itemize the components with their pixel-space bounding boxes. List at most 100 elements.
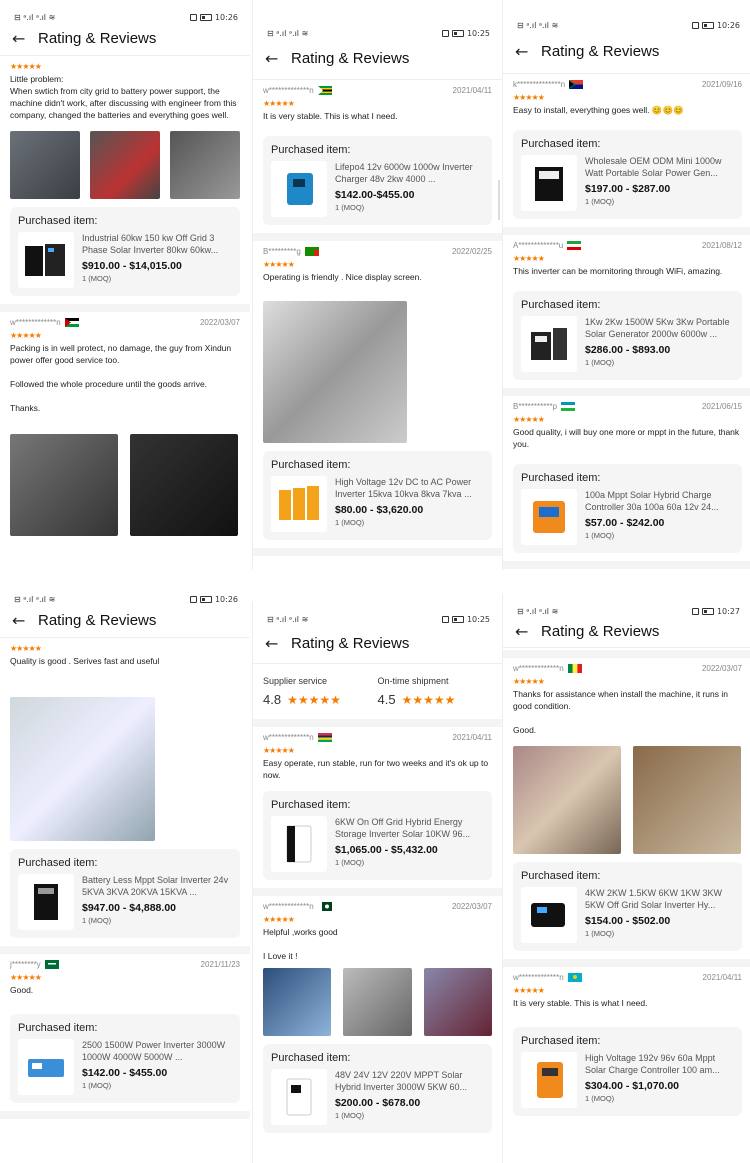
purchased-item-card[interactable]: Purchased item: Lifepo4 12v 6000w 1000w … (263, 136, 492, 225)
back-arrow-icon[interactable]: ← (515, 622, 541, 641)
review-photo[interactable] (130, 434, 238, 536)
product-price: $154.00 - $502.00 (585, 915, 671, 927)
product-price: $910.00 - $14,015.00 (82, 260, 182, 272)
review-photo[interactable] (10, 697, 155, 841)
product-image (18, 232, 74, 288)
purchased-label: Purchased item: (18, 215, 98, 227)
back-arrow-icon[interactable]: ← (12, 29, 38, 48)
screen-panel-1: ⊟ ᵃ.ıl ᵃ.ıl ≋ 10:26 ← Rating & Reviews ★★★… (0, 0, 250, 575)
review-text: Packing is in well protect, no damage, t… (10, 343, 232, 413)
product-image (271, 816, 327, 872)
star-rating: ★★★★★ (287, 692, 341, 707)
review-photo[interactable] (343, 968, 412, 1036)
purchased-item-card[interactable]: Purchased item: Wholesale OEM ODM Mini 1… (513, 130, 742, 219)
battery-icon (451, 30, 464, 37)
review-photo[interactable] (423, 968, 492, 1036)
review-item: A*************u 2021/08/12 ★★★★★ This inv… (503, 235, 750, 396)
review-item: ★★★★★ Quality is good . Serives fast and… (0, 638, 250, 954)
page-title: Rating & Reviews (38, 30, 157, 47)
star-rating: ★★★★★ (10, 644, 42, 653)
purchased-label: Purchased item: (271, 459, 351, 471)
review-photo[interactable] (170, 131, 240, 199)
back-arrow-icon[interactable]: ← (265, 49, 291, 68)
review-text: Good. (10, 985, 34, 995)
rating-summary: Supplier service 4.8 ★★★★★ On-time shipmen… (253, 664, 502, 727)
reviewer-name: w*************n (263, 86, 314, 95)
scrollbar[interactable] (498, 180, 500, 220)
product-name: High Voltage 192v 96v 60a Mppt Solar Cha… (585, 1053, 720, 1075)
status-bar: ⊟ ᵃ.ıl ᵃ.ıl ≋ 10:26 (0, 582, 250, 604)
purchased-item-card[interactable]: Purchased item: Battery Less Mppt Solar … (10, 849, 240, 938)
purchased-item-card[interactable]: Purchased item: 48V 24V 12V 220V MPPT So… (263, 1044, 492, 1133)
status-bar: ⊟ ᵃ.ıl ᵃ.ıl ≋ 10:27 (503, 594, 750, 616)
purchased-item-card[interactable]: Purchased item: 1Kw 2Kw 1500W 5Kw 3Kw Po… (513, 291, 742, 380)
product-image (271, 476, 327, 532)
product-price: $947.00 - $4,888.00 (82, 902, 176, 914)
nfc-icon (189, 596, 197, 603)
product-image (271, 1069, 327, 1125)
page-title: Rating & Reviews (291, 635, 410, 652)
nfc-icon (691, 608, 699, 615)
review-text: Quality is good . Serives fast and usefu… (10, 656, 160, 666)
review-photo[interactable] (10, 131, 80, 199)
review-text: Thanks for assistance when install the m… (513, 689, 728, 735)
back-arrow-icon[interactable]: ← (515, 42, 541, 61)
purchased-item-card[interactable]: Purchased item: Industrial 60kw 150 kw O… (10, 207, 240, 296)
product-moq: 1 (MOQ) (82, 274, 112, 283)
back-arrow-icon[interactable]: ← (12, 611, 38, 630)
star-rating: ★★★★★ (513, 986, 545, 995)
purchased-item-card[interactable]: Purchased item: High Voltage 192v 96v 60… (513, 1027, 742, 1116)
star-rating: ★★★★★ (263, 260, 295, 269)
review-photo[interactable] (10, 434, 118, 536)
product-price: $142.00-$455.00 (335, 189, 415, 201)
product-moq: 1 (MOQ) (335, 518, 365, 527)
purchased-label: Purchased item: (271, 799, 351, 811)
review-photo[interactable] (633, 746, 741, 854)
battery-icon (701, 608, 714, 615)
purchased-item-card[interactable]: Purchased item: 100a Mppt Solar Hybrid C… (513, 464, 742, 553)
country-flag-icon (304, 247, 319, 256)
battery-icon (701, 22, 714, 29)
review-photo[interactable] (90, 131, 160, 199)
purchased-item-card[interactable]: Purchased item: 2500 1500W Power Inverte… (10, 1014, 240, 1103)
purchased-label: Purchased item: (521, 870, 601, 882)
country-flag-icon (567, 241, 582, 250)
star-rating: ★★★★★ (401, 692, 456, 707)
screen-panel-6: ⊟ ᵃ.ıl ᵃ.ıl ≋ 10:27 ← Rating & Reviews w**… (502, 594, 750, 1163)
purchased-item-card[interactable]: Purchased item: 4KW 2KW 1.5KW 6KW 1KW 3K… (513, 862, 742, 951)
battery-icon (199, 14, 212, 21)
clock: 10:26 (214, 13, 238, 22)
review-item: B*********g 2022/02/25 ★★★★★ Operating is… (253, 241, 502, 556)
clock: 10:26 (214, 595, 238, 604)
page-title: Rating & Reviews (38, 612, 157, 629)
product-moq: 1 (MOQ) (82, 916, 112, 925)
purchased-label: Purchased item: (271, 144, 351, 156)
review-item: w*************n 2021/04/11 ★★★★★ It is ve… (503, 967, 750, 1124)
country-flag-icon (44, 960, 59, 969)
purchased-label: Purchased item: (521, 138, 601, 150)
star-rating: ★★★★★ (513, 254, 545, 263)
review-item: w*************n 2021/04/11 ★★★★★ It is ve… (253, 80, 502, 241)
review-photo[interactable] (263, 968, 332, 1036)
product-image (271, 161, 327, 217)
review-photo[interactable] (263, 301, 407, 443)
review-date: 2022/03/07 (199, 318, 240, 327)
product-price: $286.00 - $893.00 (585, 344, 671, 356)
review-date: 2021/08/12 (701, 241, 742, 250)
star-rating: ★★★★★ (263, 99, 295, 108)
review-photo[interactable] (513, 746, 621, 854)
app-header: ← Rating & Reviews (503, 30, 750, 74)
purchased-item-card[interactable]: Purchased item: High Voltage 12v DC to A… (263, 451, 492, 540)
product-image (521, 489, 577, 545)
review-date: 2021/04/11 (452, 86, 492, 95)
reviewer-name: w*************n (263, 733, 314, 742)
page-title: Rating & Reviews (541, 623, 660, 640)
product-name: Industrial 60kw 150 kw Off Grid 3 Phase … (82, 233, 219, 255)
reviewer-name: B*********g (263, 247, 301, 256)
back-arrow-icon[interactable]: ← (265, 634, 291, 653)
review-photos (263, 301, 492, 443)
review-date: 2021/06/15 (701, 402, 742, 411)
star-rating: ★★★★★ (263, 915, 295, 924)
review-item: w*************n 2022/03/07 ★★★★★ Packing … (0, 312, 250, 550)
purchased-item-card[interactable]: Purchased item: 6KW On Off Grid Hybrid E… (263, 791, 492, 880)
